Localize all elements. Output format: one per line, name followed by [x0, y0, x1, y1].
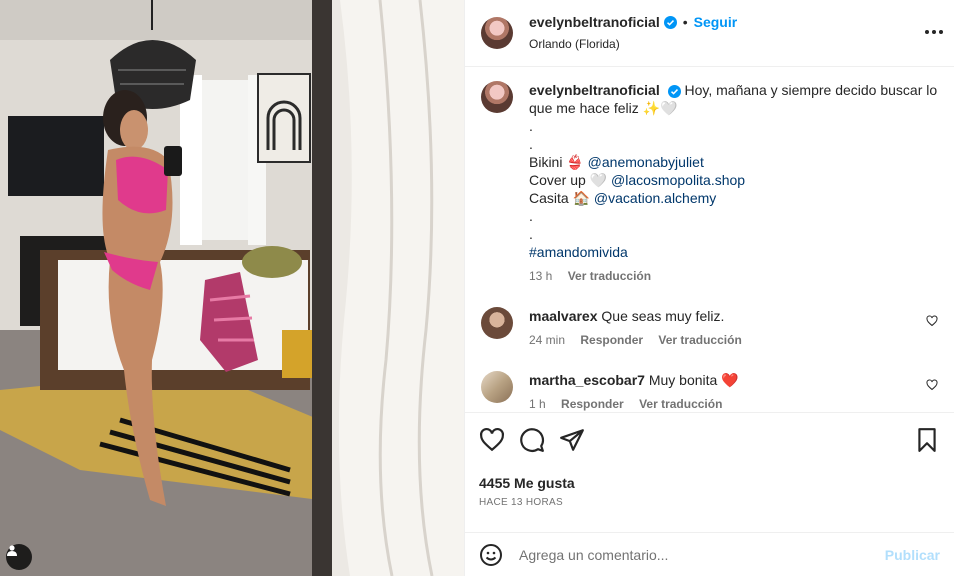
see-translation-button[interactable]: Ver traducción: [568, 269, 651, 283]
comment-timestamp[interactable]: 24 min: [529, 333, 565, 347]
caption-dot: .: [529, 117, 533, 134]
post-photo[interactable]: [0, 0, 464, 576]
follow-button[interactable]: Seguir: [694, 14, 738, 31]
caption-cover-label: Cover up 🤍: [529, 171, 608, 188]
caption-author-avatar[interactable]: [481, 80, 513, 113]
red-heart-emoji: ❤️: [721, 371, 739, 388]
caption-text-second: que me hace feliz ✨🤍: [529, 99, 678, 116]
comment-composer: Publicar: [465, 532, 954, 576]
mention-link[interactable]: @vacation.alchemy: [594, 190, 716, 206]
author-avatar[interactable]: [481, 16, 513, 49]
photo-illustration: [0, 0, 464, 576]
comment-text: Muy bonita: [648, 371, 718, 388]
caption-timestamp[interactable]: 13 h: [529, 269, 552, 283]
author-username[interactable]: evelynbeltranoficial: [529, 14, 660, 31]
post-actions: 4455 Me gusta HACE 13 HORAS: [465, 412, 954, 532]
see-translation-button[interactable]: Ver traducción: [658, 333, 741, 347]
share-icon[interactable]: [559, 427, 585, 453]
reply-button[interactable]: Responder: [561, 397, 624, 411]
caption-dot: .: [529, 225, 533, 242]
instagram-post-modal: evelynbeltranoficial • Seguir Orlando (F…: [0, 0, 954, 576]
caption-username[interactable]: evelynbeltranoficial: [529, 82, 660, 98]
see-translation-button[interactable]: Ver traducción: [639, 397, 722, 411]
comments-section[interactable]: evelynbeltranoficial Hoy, mañana y siemp…: [465, 67, 954, 412]
commenter-avatar[interactable]: [481, 370, 513, 403]
post-side-panel: evelynbeltranoficial • Seguir Orlando (F…: [464, 0, 954, 576]
verified-icon: [667, 84, 681, 98]
post-header: evelynbeltranoficial • Seguir Orlando (F…: [465, 0, 954, 67]
comment-like-heart-icon[interactable]: [926, 379, 938, 391]
caption-bikini-label: Bikini 👙: [529, 153, 584, 170]
separator-dot: •: [682, 14, 688, 31]
comment-text: Que seas muy feliz.: [601, 307, 725, 324]
user-tag-icon[interactable]: [6, 544, 32, 570]
commenter-username[interactable]: maalvarex: [529, 308, 598, 324]
heart-icon[interactable]: [479, 427, 505, 453]
mention-link[interactable]: @anemonabyjuliet: [588, 154, 704, 170]
caption-dot: .: [529, 207, 533, 224]
mention-link[interactable]: @lacosmopolita.shop: [611, 172, 745, 188]
reply-button[interactable]: Responder: [580, 333, 643, 347]
comment-item: martha_escobar7 Muy bonita ❤️ 1 h Respon…: [481, 370, 938, 412]
emoji-icon[interactable]: [479, 543, 503, 567]
comment-input[interactable]: [519, 546, 885, 563]
verified-icon: [663, 16, 677, 30]
save-icon[interactable]: [914, 427, 940, 453]
caption-casita-label: Casita 🏠: [529, 189, 591, 206]
commenter-avatar[interactable]: [481, 306, 513, 339]
comment-item: maalvarex Que seas muy feliz. 24 min Res…: [481, 306, 938, 349]
comment-like-heart-icon[interactable]: [926, 315, 938, 327]
commenter-username[interactable]: martha_escobar7: [529, 372, 645, 388]
caption-text-first: Hoy, mañana y siempre decido buscar lo: [684, 81, 938, 98]
hashtag-link[interactable]: #amandomivida: [529, 244, 628, 260]
comment-icon[interactable]: [519, 427, 545, 453]
comment-timestamp[interactable]: 1 h: [529, 397, 546, 411]
more-options-icon[interactable]: [924, 22, 944, 42]
likes-count[interactable]: 4455 Me gusta: [479, 475, 940, 491]
post-location[interactable]: Orlando (Florida): [529, 37, 737, 51]
post-date[interactable]: HACE 13 HORAS: [479, 497, 940, 508]
post-caption: evelynbeltranoficial Hoy, mañana y siemp…: [481, 80, 938, 285]
publish-button[interactable]: Publicar: [885, 547, 940, 563]
caption-dot: .: [529, 135, 533, 152]
